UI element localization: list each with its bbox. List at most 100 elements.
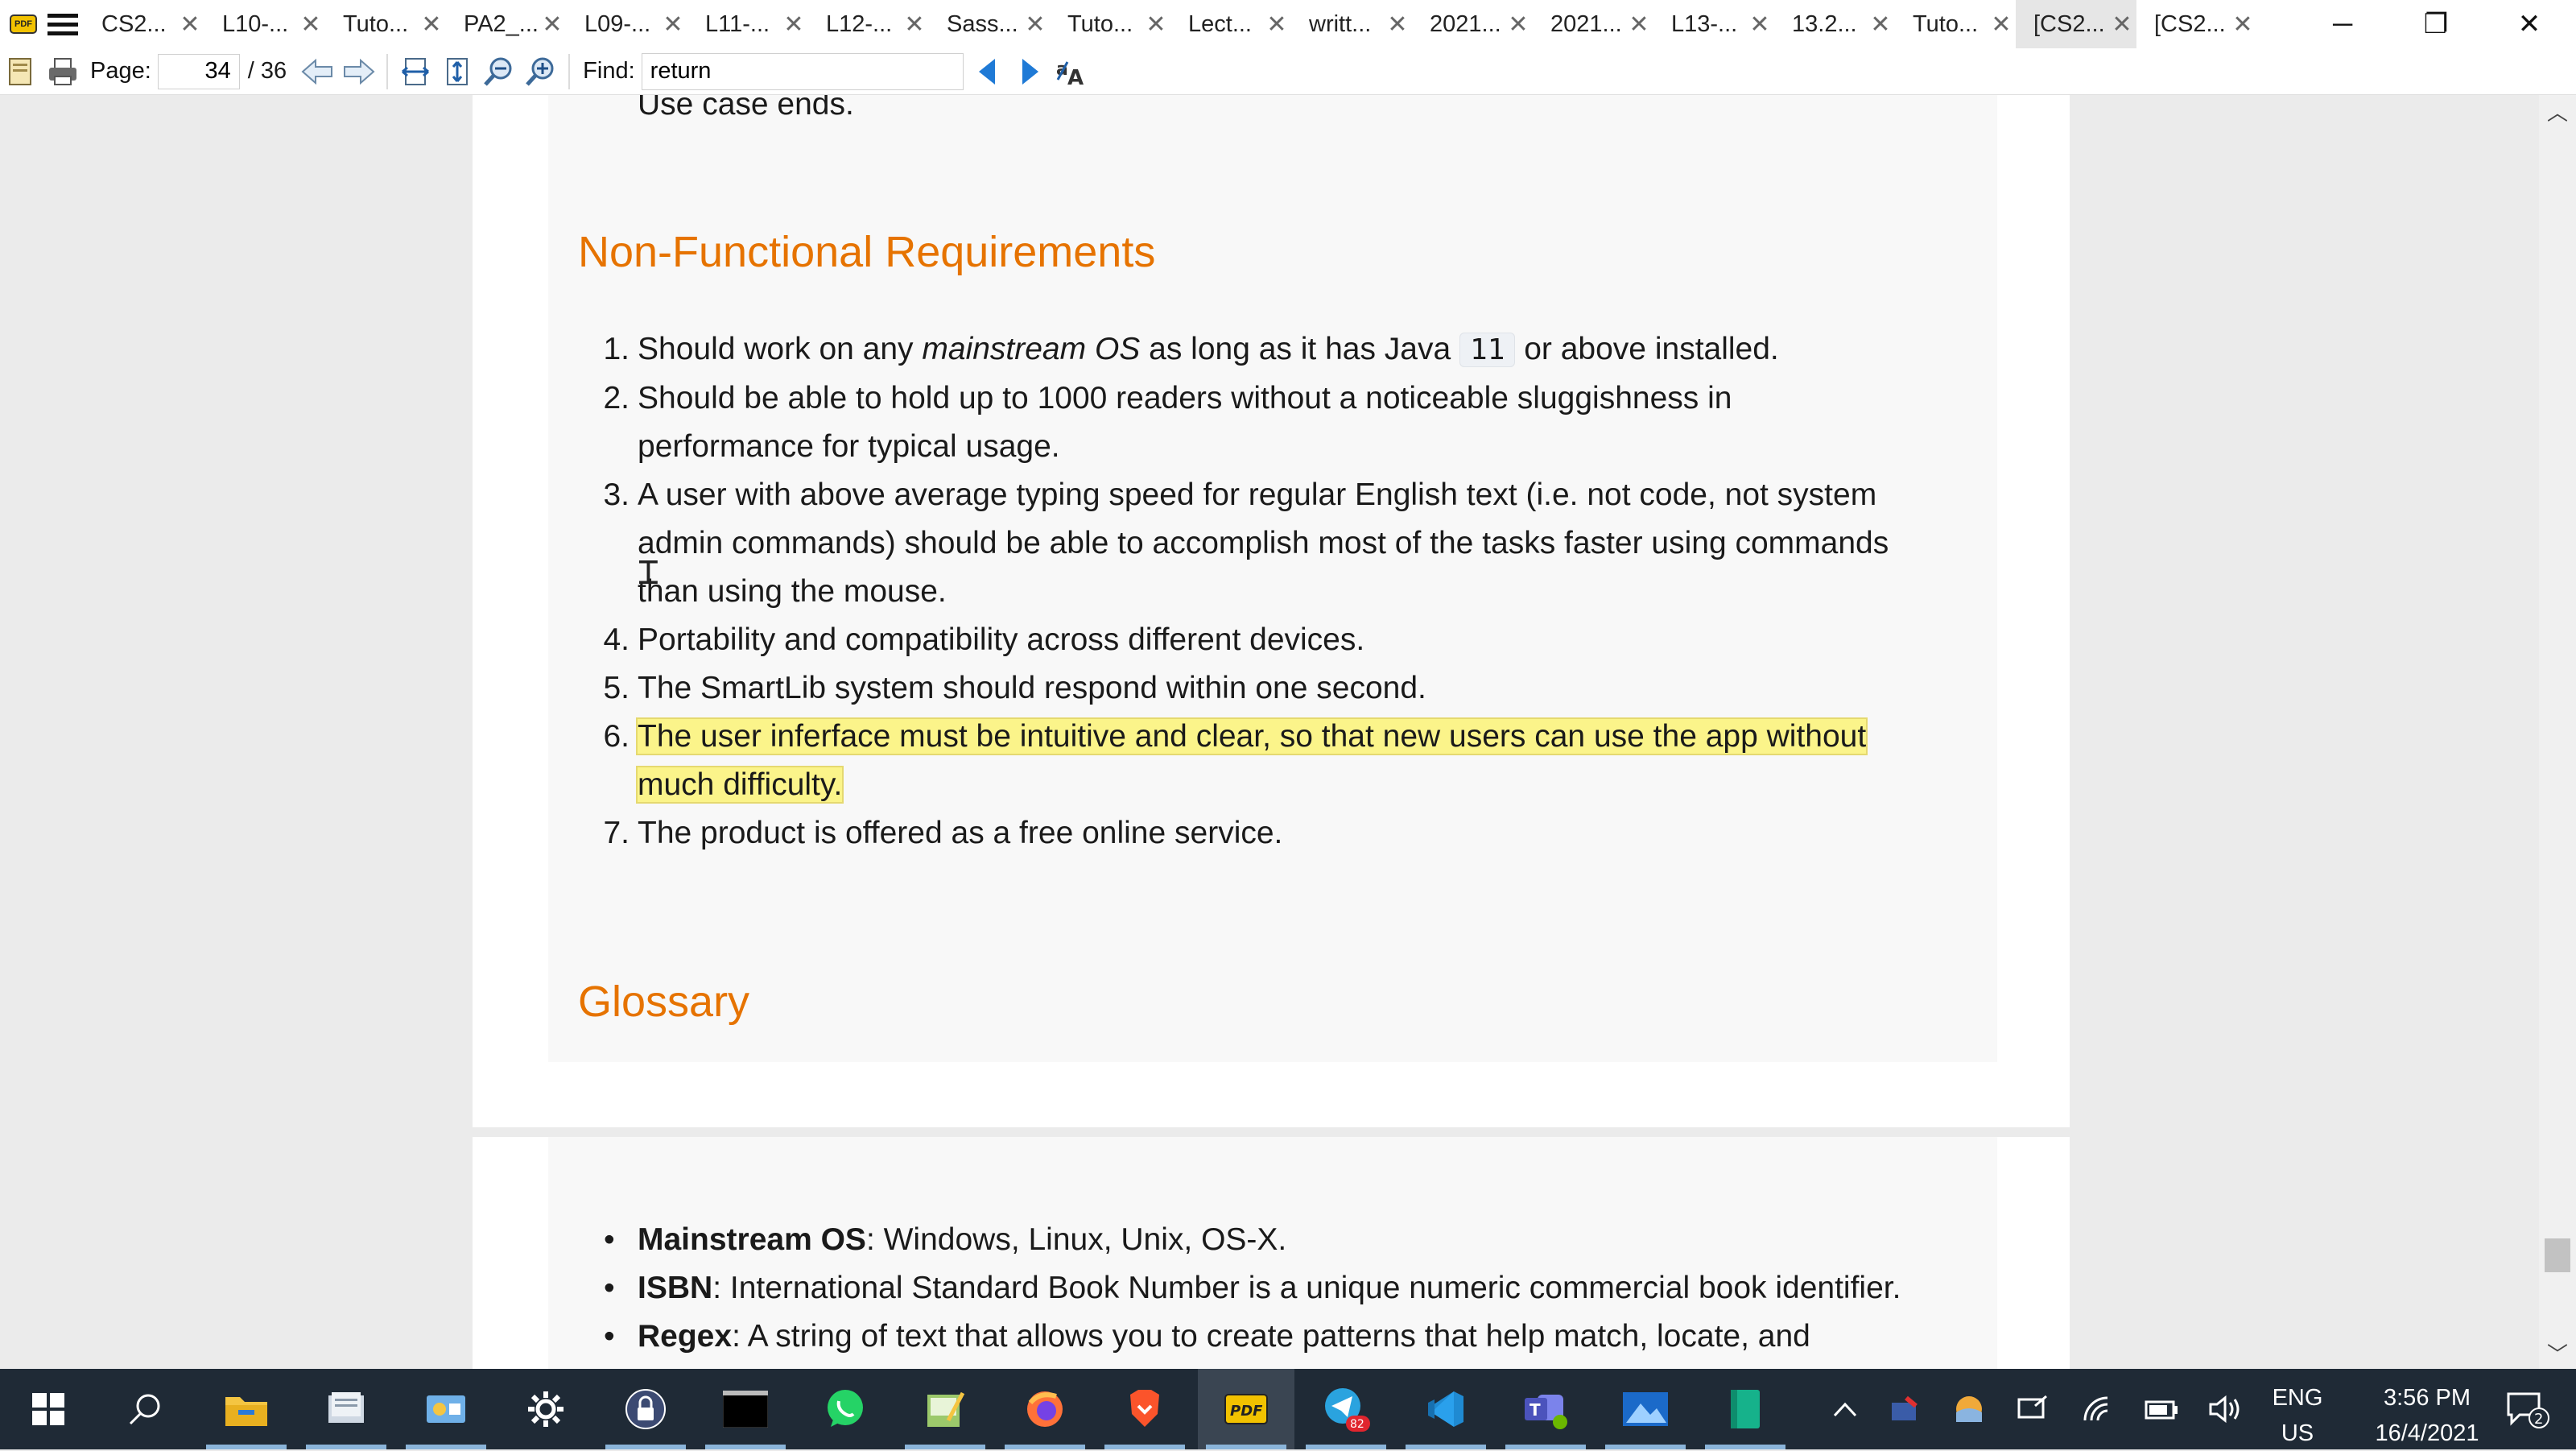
input-language[interactable]: ENG US xyxy=(2249,1380,2346,1451)
use-case-end-line: Use case ends. xyxy=(638,95,854,122)
tab-close-icon[interactable]: ✕ xyxy=(417,10,446,39)
scrollbar-thumb[interactable] xyxy=(2545,1238,2570,1272)
logo-text: PDF xyxy=(10,14,37,34)
restore-button[interactable]: ❐ xyxy=(2389,0,2483,48)
tab-label: L10-... xyxy=(222,10,289,37)
tab-close-icon[interactable]: ✕ xyxy=(1141,10,1170,39)
tab[interactable]: Tuto... ✕ xyxy=(1895,0,2016,48)
file-explorer-icon[interactable] xyxy=(198,1369,295,1449)
tab[interactable]: L13-... ✕ xyxy=(1653,0,1774,48)
fit-width-icon[interactable] xyxy=(394,51,436,93)
fit-page-icon[interactable] xyxy=(436,51,478,93)
whatsapp-icon[interactable] xyxy=(797,1369,894,1449)
pdf-reader-icon[interactable]: PDF xyxy=(1198,1369,1294,1449)
keepass-icon[interactable] xyxy=(597,1369,694,1449)
terminal-icon[interactable] xyxy=(697,1369,794,1449)
tab[interactable]: 13.2... ✕ xyxy=(1774,0,1895,48)
battery-icon[interactable] xyxy=(2138,1369,2186,1449)
tab-label: Tuto... xyxy=(1067,10,1133,37)
settings-icon[interactable] xyxy=(497,1369,594,1449)
notes-icon[interactable] xyxy=(1697,1369,1794,1449)
teams-icon[interactable]: T xyxy=(1497,1369,1594,1449)
search-icon[interactable] xyxy=(97,1369,193,1449)
notification-center-icon[interactable]: 2 xyxy=(2487,1369,2568,1449)
forward-icon[interactable] xyxy=(338,51,380,93)
tab[interactable]: Sass... ✕ xyxy=(929,0,1050,48)
tab[interactable]: 2021... ✕ xyxy=(1412,0,1533,48)
tab-close-icon[interactable]: ✕ xyxy=(1504,10,1533,39)
tab[interactable]: L11-... ✕ xyxy=(687,0,808,48)
match-case-icon[interactable]: aA xyxy=(1051,51,1092,93)
find-next-icon[interactable] xyxy=(1009,51,1051,93)
tab-close-icon[interactable]: ✕ xyxy=(1987,10,2016,39)
tab-close-icon[interactable]: ✕ xyxy=(779,10,808,39)
weather-icon[interactable] xyxy=(1945,1369,1993,1449)
minimize-button[interactable]: ─ xyxy=(2296,0,2389,48)
document-page: Mainstream OS: Windows, Linux, Unix, OS-… xyxy=(473,1137,2070,1369)
remote-display-icon[interactable] xyxy=(2009,1369,2058,1449)
vertical-scrollbar[interactable]: ︿ ﹀ xyxy=(2539,95,2576,1369)
find-input[interactable] xyxy=(641,52,964,90)
notepad-icon[interactable] xyxy=(897,1369,993,1449)
tab[interactable]: [CS2... ✕ xyxy=(2136,0,2257,48)
tab-label: [CS2... xyxy=(2154,10,2226,37)
tab[interactable]: L09-... ✕ xyxy=(567,0,687,48)
print-icon[interactable] xyxy=(42,51,84,93)
photos-icon[interactable] xyxy=(1597,1369,1694,1449)
wifi-icon[interactable] xyxy=(2074,1369,2122,1449)
start-button[interactable] xyxy=(0,1369,97,1449)
tab-label: Sass... xyxy=(947,10,1018,37)
tab-close-icon[interactable]: ✕ xyxy=(658,10,687,39)
tab-close-icon[interactable]: ✕ xyxy=(2107,10,2136,39)
tab-label: PA2_... xyxy=(464,10,538,37)
telegram-icon[interactable]: 82 xyxy=(1298,1369,1394,1449)
tray-app-icon[interactable] xyxy=(1880,1369,1929,1449)
tab-close-icon[interactable]: ✕ xyxy=(175,10,204,39)
scroll-up-icon[interactable]: ︿ xyxy=(2539,95,2576,127)
tab-close-icon[interactable]: ✕ xyxy=(1745,10,1774,39)
tab-close-icon[interactable]: ✕ xyxy=(2228,10,2257,39)
glossary-item: Regex: A string of text that allows you … xyxy=(604,1313,1990,1361)
tab[interactable]: [CS2... ✕ xyxy=(2016,0,2136,48)
tab-close-icon[interactable]: ✕ xyxy=(900,10,929,39)
scroll-down-icon[interactable]: ﹀ xyxy=(2539,1337,2576,1369)
tab[interactable]: PA2_... ✕ xyxy=(446,0,567,48)
documents-icon[interactable] xyxy=(298,1369,394,1449)
tab-close-icon[interactable]: ✕ xyxy=(296,10,325,39)
tab-close-icon[interactable]: ✕ xyxy=(538,10,567,39)
clock[interactable]: 3:56 PM 16/4/2021 xyxy=(2367,1380,2487,1451)
close-button[interactable]: ✕ xyxy=(2483,0,2576,48)
zoom-in-icon[interactable] xyxy=(520,51,562,93)
open-file-icon[interactable] xyxy=(0,51,42,93)
tab[interactable]: CS2... ✕ xyxy=(84,0,204,48)
tab-close-icon[interactable]: ✕ xyxy=(1383,10,1412,39)
volume-icon[interactable] xyxy=(2202,1369,2251,1449)
tab-close-icon[interactable]: ✕ xyxy=(1262,10,1291,39)
inline-code: 11 xyxy=(1459,333,1516,367)
zoom-out-icon[interactable] xyxy=(478,51,520,93)
tab[interactable]: writt... ✕ xyxy=(1291,0,1412,48)
tab[interactable]: L10-... ✕ xyxy=(204,0,325,48)
app-logo-icon[interactable]: PDF xyxy=(5,0,42,48)
control-panel-icon[interactable] xyxy=(398,1369,494,1449)
brave-icon[interactable] xyxy=(1096,1369,1193,1449)
tab-label: [CS2... xyxy=(2033,10,2105,37)
document-viewport[interactable]: Use case ends. Non-Functional Requiremen… xyxy=(0,95,2576,1369)
tab[interactable]: Tuto... ✕ xyxy=(325,0,446,48)
show-hidden-icons-icon[interactable] xyxy=(1821,1369,1869,1449)
page-number-input[interactable] xyxy=(157,53,240,89)
toolbar: Page: / 36 Find: aA xyxy=(0,48,2576,95)
tab-close-icon[interactable]: ✕ xyxy=(1866,10,1895,39)
tab[interactable]: 2021... ✕ xyxy=(1533,0,1653,48)
tab[interactable]: Tuto... ✕ xyxy=(1050,0,1170,48)
tab[interactable]: L12-... ✕ xyxy=(808,0,929,48)
tab-close-icon[interactable]: ✕ xyxy=(1021,10,1050,39)
page-label: Page: xyxy=(90,58,151,84)
tab[interactable]: Lect... ✕ xyxy=(1170,0,1291,48)
find-previous-icon[interactable] xyxy=(967,51,1009,93)
vscode-icon[interactable] xyxy=(1397,1369,1494,1449)
firefox-icon[interactable] xyxy=(997,1369,1093,1449)
menu-icon[interactable] xyxy=(42,0,84,48)
back-icon[interactable] xyxy=(296,51,338,93)
tab-close-icon[interactable]: ✕ xyxy=(1624,10,1653,39)
